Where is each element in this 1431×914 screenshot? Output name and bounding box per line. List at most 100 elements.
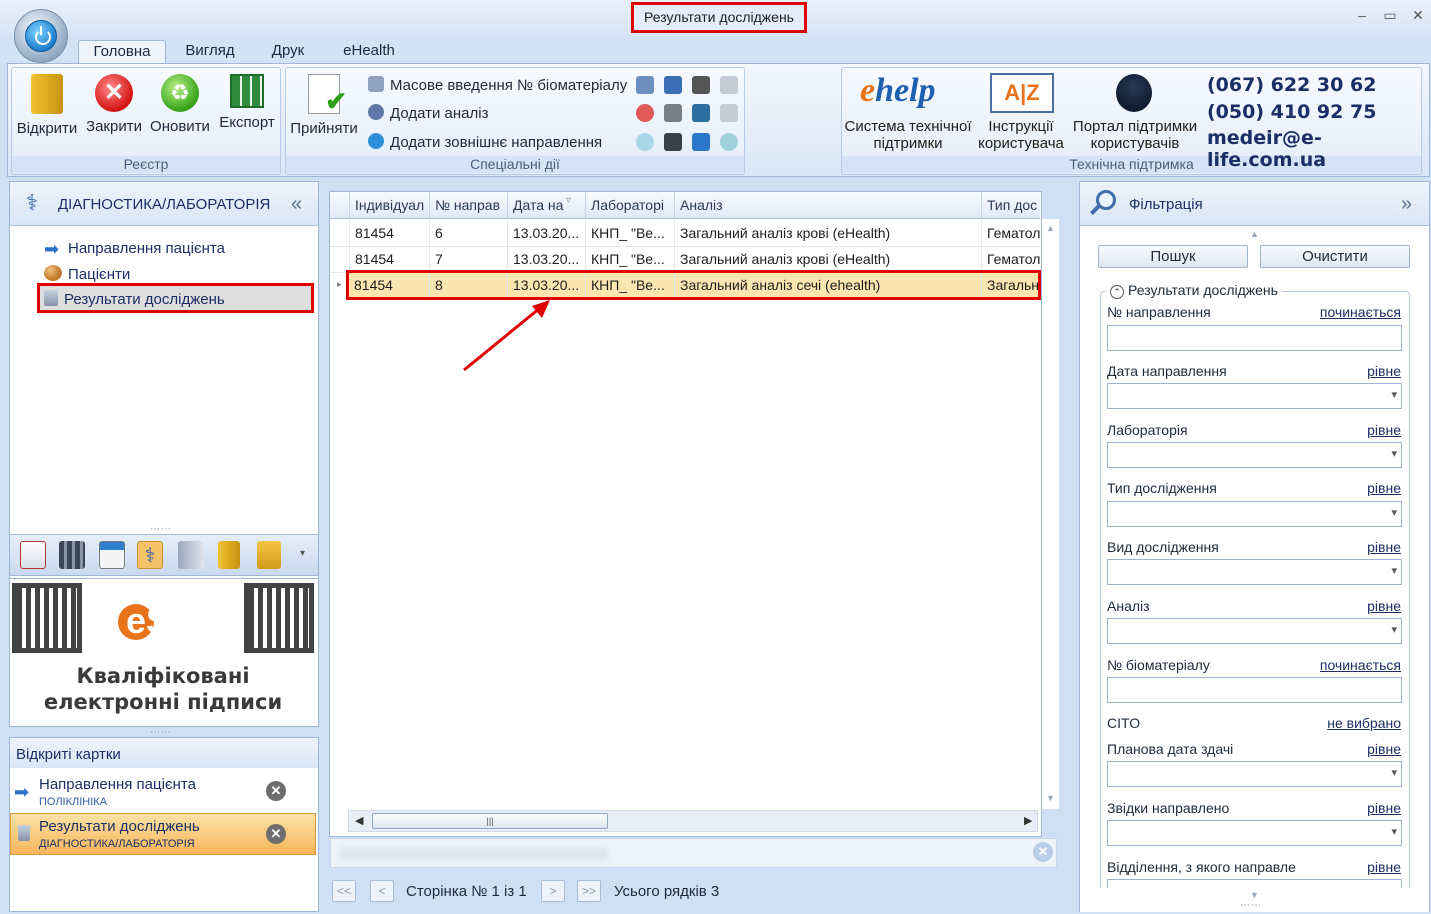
tab-home[interactable]: Головна: [78, 40, 166, 64]
close-window-button[interactable]: ✕: [1411, 8, 1425, 22]
referral-no-input[interactable]: [1107, 325, 1402, 351]
next-page-button[interactable]: >: [541, 880, 565, 902]
book-folder-icon[interactable]: [218, 541, 240, 569]
filter-scroll-down-icon[interactable]: ▼: [1250, 890, 1259, 900]
refresh-button[interactable]: ♻ Оновити: [148, 74, 212, 135]
splitter-grip-2[interactable]: ⋯⋯: [150, 727, 172, 738]
hospital-icon[interactable]: [20, 541, 46, 569]
print-label-icon[interactable]: [664, 133, 682, 151]
accept-button[interactable]: ✔ Прийняти: [288, 74, 360, 137]
cell-analysis: Загальний аналіз крові (eHealth): [674, 220, 981, 246]
filter-operator[interactable]: рівне: [1367, 480, 1401, 496]
maximize-button[interactable]: ▭: [1383, 8, 1397, 22]
list-icon[interactable]: [636, 76, 654, 94]
minimize-button[interactable]: –: [1355, 8, 1369, 22]
col-header-analysis[interactable]: Аналіз: [674, 192, 981, 219]
scanner-icon[interactable]: [664, 76, 682, 94]
calculator-icon[interactable]: [692, 104, 710, 122]
filter-operator[interactable]: рівне: [1367, 859, 1401, 875]
close-card-results-button[interactable]: ✕: [266, 824, 286, 844]
open-button[interactable]: Відкрити: [15, 74, 79, 137]
clear-filter-icon[interactable]: ✕: [1033, 842, 1053, 862]
total-rows: Усього рядків 3: [614, 883, 720, 900]
export-button[interactable]: Експорт: [215, 74, 279, 131]
message-icon[interactable]: [636, 133, 654, 151]
tab-view[interactable]: Вигляд: [176, 40, 244, 64]
printer-dark-icon[interactable]: [692, 76, 710, 94]
filter-operator[interactable]: рівне: [1367, 539, 1401, 555]
support-system-button[interactable]: Система технічної підтримки: [844, 118, 972, 152]
app-menu-button[interactable]: [14, 9, 68, 63]
label-icon[interactable]: [636, 104, 654, 122]
scroll-left-icon[interactable]: ◀: [355, 814, 363, 827]
col-header-referral-no[interactable]: № направ: [429, 192, 507, 219]
referred-from-combo[interactable]: [1107, 820, 1402, 846]
biomaterial-no-input[interactable]: [1107, 677, 1402, 703]
scroll-right-icon[interactable]: ▶: [1024, 814, 1032, 827]
horizontal-scroll-thumb[interactable]: |||: [372, 813, 608, 829]
tab-print[interactable]: Друк: [260, 40, 316, 64]
open-button-label: Відкрити: [16, 120, 78, 137]
study-kind-combo[interactable]: [1107, 559, 1402, 585]
analysis-combo[interactable]: [1107, 618, 1402, 644]
nav-item-patients[interactable]: Пацієнти: [44, 265, 130, 283]
filter-operator[interactable]: починається: [1320, 657, 1401, 673]
building-icon[interactable]: [59, 541, 85, 569]
col-header-laboratory[interactable]: Лабораторі: [585, 192, 674, 219]
close-button[interactable]: ✕ Закрити: [82, 74, 146, 135]
user-instructions-button[interactable]: Інструкції користувача: [974, 118, 1068, 152]
add-analysis-button[interactable]: Додати аналіз: [368, 104, 488, 122]
referral-date-combo[interactable]: [1107, 383, 1402, 409]
first-page-button[interactable]: <<: [332, 880, 356, 902]
filter-operator[interactable]: починається: [1320, 304, 1401, 320]
scroll-up-icon[interactable]: ▲: [1042, 223, 1059, 233]
document-gray-icon[interactable]: [720, 76, 738, 94]
filter-operator[interactable]: рівне: [1367, 363, 1401, 379]
last-page-button[interactable]: >>: [577, 880, 601, 902]
scroll-down-icon[interactable]: ▼: [1042, 793, 1059, 803]
vertical-scrollbar[interactable]: ▲ ▼: [1042, 219, 1059, 809]
col-header-study-type[interactable]: Тип дос: [981, 192, 1040, 219]
laboratory-combo[interactable]: [1107, 442, 1402, 468]
filter-scroll-up-icon[interactable]: ▲: [1250, 229, 1259, 239]
arrow-right-icon: ➡: [44, 239, 60, 259]
add-external-referral-button[interactable]: Додати зовнішнє направлення: [368, 133, 602, 151]
prev-page-button[interactable]: <: [370, 880, 394, 902]
mass-biomaterial-label: Масове введення № біоматеріалу: [390, 77, 628, 94]
globe-icon[interactable]: [720, 133, 738, 151]
collapse-filter-button[interactable]: »: [1401, 193, 1412, 216]
col-header-individual[interactable]: Індивідуал: [349, 192, 428, 219]
filter-funnel-icon[interactable]: ▿: [566, 195, 571, 206]
clear-button[interactable]: Очистити: [1260, 245, 1410, 268]
filter-operator[interactable]: не вибрано: [1327, 715, 1401, 731]
close-card-referral-button[interactable]: ✕: [266, 781, 286, 801]
collapse-nav-button[interactable]: «: [291, 193, 302, 216]
collapse-group-icon[interactable]: ⌃: [1110, 285, 1124, 299]
form-icon[interactable]: [692, 133, 710, 151]
filter-label: № біоматеріалу: [1107, 657, 1210, 673]
printer-gray-icon[interactable]: [720, 104, 738, 122]
filter-operator[interactable]: рівне: [1367, 422, 1401, 438]
study-type-combo[interactable]: [1107, 501, 1402, 527]
col-header-date[interactable]: Дата на: [507, 192, 585, 219]
strip-more-icon[interactable]: ▾: [300, 548, 305, 559]
folder-icon[interactable]: [257, 541, 281, 569]
splitter-grip-3[interactable]: ⋯⋯: [1240, 900, 1262, 911]
caduceus-module-icon[interactable]: ⚕: [137, 541, 163, 569]
nav-item-referral[interactable]: ➡ Направлення пацієнта: [44, 239, 225, 259]
annotation-arrow: [463, 300, 550, 372]
printer-icon[interactable]: [664, 104, 682, 122]
filter-operator[interactable]: рівне: [1367, 800, 1401, 816]
calendar-icon[interactable]: [99, 541, 125, 569]
mass-biomaterial-button[interactable]: Масове введення № біоматеріалу: [368, 76, 627, 94]
opened-cards-header: Відкриті картки: [10, 738, 318, 768]
planned-date-combo[interactable]: [1107, 761, 1402, 787]
search-button[interactable]: Пошук: [1098, 245, 1248, 268]
cell-referral-no: 6: [429, 220, 507, 246]
tab-ehealth[interactable]: eHealth: [334, 40, 404, 64]
barcode-icon: [368, 76, 384, 92]
support-portal-button[interactable]: Портал підтримки користувачів: [1070, 118, 1200, 152]
archive-icon[interactable]: [178, 541, 204, 569]
filter-operator[interactable]: рівне: [1367, 741, 1401, 757]
filter-operator[interactable]: рівне: [1367, 598, 1401, 614]
